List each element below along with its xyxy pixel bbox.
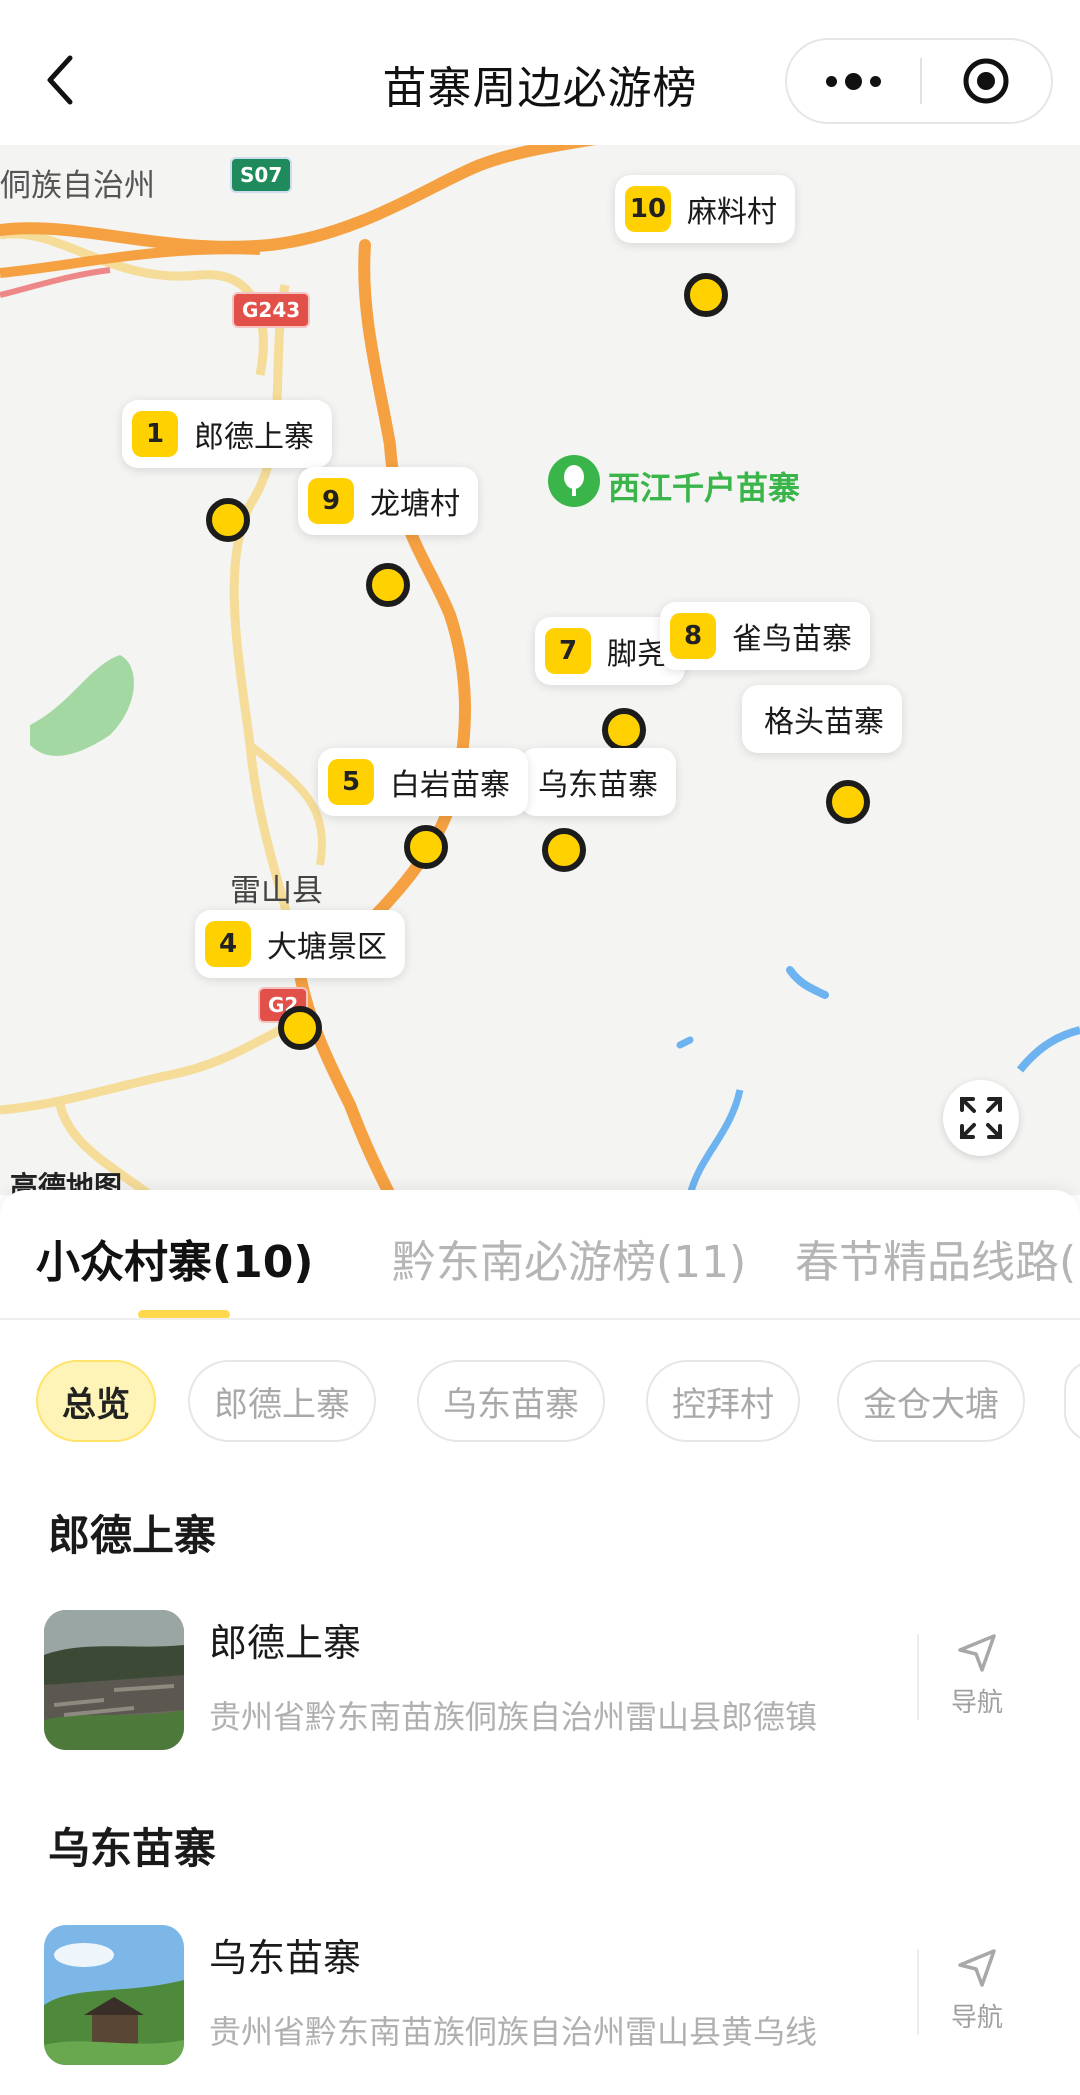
- map-pin-label[interactable]: 4 大塘景区: [195, 910, 405, 978]
- chip-overview[interactable]: 总览: [36, 1360, 156, 1442]
- map-pin-label[interactable]: 9 龙塘村: [298, 467, 478, 535]
- poi-name: 乌东苗寨: [209, 1936, 362, 1980]
- poi-divider: [917, 1949, 919, 2035]
- filter-chips: 总览 郎德上寨 乌东苗寨 控拜村 金仓大塘: [0, 1360, 1080, 1446]
- more-button[interactable]: [787, 40, 920, 122]
- target-close-icon: [963, 58, 1009, 104]
- navigate-label: 导航: [950, 2003, 1003, 2033]
- pin-name: 雀鸟苗寨: [732, 622, 852, 657]
- road-badge-s07: S07: [230, 157, 293, 193]
- tab-indicator: [138, 1310, 230, 1318]
- poi-card[interactable]: 郎德上寨 贵州省黔东南苗族侗族自治州雷山县郎德镇 导航: [44, 1610, 1044, 1750]
- pin-name: 龙塘村: [370, 487, 460, 522]
- section-title: 郎德上寨: [48, 1511, 217, 1560]
- tabs-divider: [0, 1318, 1080, 1320]
- chip-langde[interactable]: 郎德上寨: [188, 1360, 376, 1442]
- navigate-label: 导航: [950, 1688, 1003, 1718]
- pin-rank: 7: [545, 628, 591, 674]
- poi-divider: [917, 1634, 919, 1720]
- map-pin-label[interactable]: 1 郎德上寨: [122, 400, 332, 468]
- map-pin-label[interactable]: 10 麻料村: [615, 175, 795, 243]
- map-pin-dot[interactable]: [404, 825, 448, 869]
- chip-jincang[interactable]: 金仓大塘: [837, 1360, 1025, 1442]
- poi-photo: [44, 1925, 184, 2065]
- map-label-leishan: 雷山县: [230, 873, 323, 909]
- bottom-sheet: 小众村寨(10) 黔东南必游榜(11) 春节精品线路( 总览 郎德上寨 乌东苗寨…: [0, 1190, 1080, 2095]
- map-pin-dot[interactable]: [602, 708, 646, 752]
- map-pin-dot[interactable]: [206, 498, 250, 542]
- more-dot-icon: [845, 72, 862, 90]
- map-view[interactable]: 侗族自治州 S07 G243 G2 西江千户苗寨 雷山县 10 麻料村 1 郎德…: [0, 145, 1080, 1195]
- tab-spring-routes[interactable]: 春节精品线路(: [795, 1226, 1076, 1290]
- chip-wudong[interactable]: 乌东苗寨: [417, 1360, 605, 1442]
- pin-name: 麻料村: [687, 195, 777, 230]
- pin-name: 大塘景区: [267, 930, 387, 965]
- map-pin-dot[interactable]: [684, 273, 728, 317]
- map-label-xijiang: 西江千户苗寨: [608, 469, 801, 507]
- poi-card[interactable]: 乌东苗寨 贵州省黔东南苗族侗族自治州雷山县黄乌线 导航: [44, 1925, 1044, 2065]
- map-pin-label[interactable]: 格头苗寨: [742, 685, 902, 753]
- poi-name: 郎德上寨: [209, 1621, 362, 1665]
- more-dot-icon: [826, 75, 837, 87]
- pin-rank: 8: [670, 613, 716, 659]
- navigation-arrow-icon: [958, 1949, 996, 1987]
- more-dot-icon: [870, 75, 881, 87]
- tree-icon: [548, 455, 600, 507]
- poi-address: 贵州省黔东南苗族侗族自治州雷山县郎德镇: [209, 1698, 818, 1736]
- fullscreen-button[interactable]: [943, 1080, 1019, 1156]
- map-pin-label[interactable]: 乌东苗寨: [520, 748, 676, 816]
- navigation-arrow-icon: [958, 1634, 996, 1672]
- map-pin-dot[interactable]: [366, 563, 410, 607]
- navigate-button[interactable]: 导航: [934, 1630, 1020, 1730]
- pin-name: 白岩苗寨: [390, 768, 510, 803]
- map-pin-dot[interactable]: [278, 1006, 322, 1050]
- pin-rank: 9: [308, 478, 354, 524]
- chip-kongbai[interactable]: 控拜村: [646, 1360, 800, 1442]
- navigate-button[interactable]: 导航: [934, 1945, 1020, 2045]
- tab-qiandongnan[interactable]: 黔东南必游榜(11): [392, 1226, 746, 1290]
- pin-name: 格头苗寨: [764, 705, 884, 740]
- expand-icon: [960, 1097, 1002, 1139]
- pin-name: 脚尧: [607, 637, 667, 672]
- pin-rank: 1: [132, 411, 178, 457]
- map-pin-label[interactable]: 8 雀鸟苗寨: [660, 602, 870, 670]
- mini-program-capsule: [785, 38, 1053, 124]
- top-bar: 苗寨周边必游榜: [0, 0, 1080, 145]
- pin-name: 乌东苗寨: [538, 768, 658, 803]
- section-title: 乌东苗寨: [48, 1824, 217, 1873]
- map-pin-dot[interactable]: [542, 828, 586, 872]
- close-button[interactable]: [922, 40, 1051, 122]
- pin-rank: 10: [625, 186, 671, 232]
- category-tabs: 小众村寨(10) 黔东南必游榜(11) 春节精品线路(: [0, 1190, 1080, 1318]
- map-label-prefecture: 侗族自治州: [0, 168, 155, 204]
- chip-more[interactable]: [1064, 1360, 1080, 1442]
- map-pin-dot[interactable]: [826, 780, 870, 824]
- pin-name: 郎德上寨: [194, 420, 314, 455]
- road-badge-g243: G243: [232, 292, 311, 328]
- tab-niche-villages[interactable]: 小众村寨(10): [36, 1226, 313, 1290]
- map-pin-label[interactable]: 5 白岩苗寨: [318, 748, 528, 816]
- pin-rank: 5: [328, 759, 374, 805]
- pin-rank: 4: [205, 921, 251, 967]
- poi-address: 贵州省黔东南苗族侗族自治州雷山县黄乌线: [209, 2013, 818, 2051]
- poi-photo: [44, 1610, 184, 1750]
